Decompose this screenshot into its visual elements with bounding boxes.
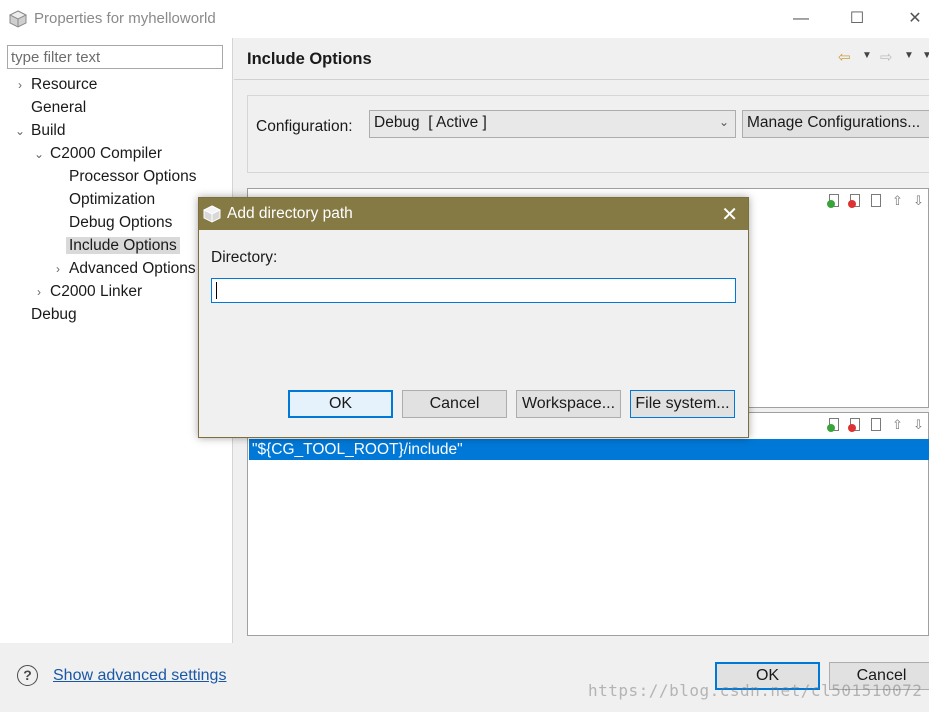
tree-item-c2000-compiler[interactable]: ⌄ C2000 Compiler	[33, 143, 165, 165]
tree-item-label: Advanced Options	[69, 260, 196, 277]
text-cursor	[216, 282, 217, 299]
add-icon[interactable]	[827, 417, 842, 433]
edit-icon[interactable]	[869, 193, 884, 209]
move-down-icon[interactable]: ⇩	[911, 193, 926, 209]
tree-item-optimization[interactable]: Optimization	[66, 189, 158, 211]
dialog-title: Add directory path	[227, 205, 353, 222]
ok-button[interactable]: OK	[288, 390, 393, 418]
include-paths-toolbar: ⇧ ⇩	[827, 193, 926, 211]
tree-item-label: Optimization	[69, 191, 156, 208]
tree-item-label: General	[31, 99, 87, 116]
chevron-right-icon[interactable]: ›	[14, 74, 26, 96]
configuration-label: Configuration:	[256, 118, 353, 135]
chevron-down-icon[interactable]: ⌄	[14, 120, 26, 142]
footer-bar: ? Show advanced settings OK Cancel https…	[0, 643, 929, 712]
edit-icon[interactable]	[869, 417, 884, 433]
list-item[interactable]: "${CG_TOOL_ROOT}/include"	[249, 439, 929, 460]
configuration-select[interactable]: Debug [ Active ] ⌄	[369, 110, 736, 138]
help-icon[interactable]: ?	[17, 665, 38, 686]
filter-input[interactable]	[7, 45, 223, 69]
delete-icon[interactable]	[848, 417, 863, 433]
chevron-down-icon: ⌄	[718, 115, 729, 129]
move-up-icon[interactable]: ⇧	[890, 417, 905, 433]
chevron-right-icon[interactable]: ›	[52, 258, 64, 280]
chevron-down-icon[interactable]: ⌄	[33, 143, 45, 165]
tree-item-label: Debug Options	[69, 214, 173, 231]
window-titlebar: Properties for myhelloworld — ☐ ✕	[0, 0, 929, 38]
directory-input[interactable]	[211, 278, 736, 303]
maximize-icon[interactable]: ☐	[846, 8, 868, 30]
forward-menu-chevron-icon[interactable]: ▼	[904, 50, 914, 61]
dialog-titlebar: Add directory path ✕	[199, 198, 748, 230]
tree-item-processor-options[interactable]: Processor Options	[66, 166, 200, 188]
tree-item-advanced-options[interactable]: › Advanced Options	[52, 258, 199, 280]
tree-item-resource[interactable]: › Resource	[14, 74, 100, 96]
app-cube-icon	[9, 10, 27, 28]
configuration-value: Debug [ Active ]	[374, 114, 487, 131]
workspace-button[interactable]: Workspace...	[516, 390, 621, 418]
window-title: Properties for myhelloworld	[34, 10, 216, 27]
tree-item-c2000-linker[interactable]: › C2000 Linker	[33, 281, 145, 303]
delete-icon[interactable]	[848, 193, 863, 209]
tree-item-label: C2000 Linker	[50, 283, 143, 300]
watermark-text: https://blog.csdn.net/cl501510072	[588, 681, 923, 700]
tree-item-label: Include Options	[66, 237, 180, 254]
back-arrow-icon[interactable]: ⇦	[838, 48, 851, 66]
view-menu-chevron-icon[interactable]: ▼	[922, 50, 929, 61]
chevron-right-icon[interactable]: ›	[33, 281, 45, 303]
tree-item-label: Build	[31, 122, 66, 139]
manage-configurations-button[interactable]: Manage Configurations...	[742, 110, 929, 138]
page-header: Include Options ⇦ ▼ ⇨ ▼ ▼	[234, 38, 929, 80]
page-title: Include Options	[247, 50, 372, 68]
tree-item-general[interactable]: General	[28, 97, 89, 119]
tree-item-build[interactable]: ⌄ Build	[14, 120, 68, 142]
tree-item-debug-options[interactable]: Debug Options	[66, 212, 175, 234]
move-up-icon[interactable]: ⇧	[890, 193, 905, 209]
directory-label: Directory:	[211, 249, 278, 266]
configuration-group: Configuration: Debug [ Active ] ⌄ Manage…	[247, 95, 929, 173]
forward-arrow-icon[interactable]: ⇨	[880, 48, 893, 66]
tree-item-label: C2000 Compiler	[50, 145, 162, 162]
tree-item-include-options[interactable]: Include Options	[66, 235, 180, 257]
app-cube-icon	[203, 205, 221, 223]
tree-item-label: Debug	[31, 306, 77, 323]
add-directory-dialog: Add directory path ✕ Directory: OK Cance…	[198, 197, 749, 438]
close-icon[interactable]: ✕	[904, 8, 926, 30]
back-menu-chevron-icon[interactable]: ▼	[862, 50, 872, 61]
tree-item-label: Processor Options	[69, 168, 197, 185]
minimize-icon[interactable]: —	[790, 8, 812, 30]
search-paths-list[interactable]: ⇧ ⇩ "${CG_TOOL_ROOT}/include"	[247, 412, 929, 636]
tree-item-label: Resource	[31, 76, 98, 93]
move-down-icon[interactable]: ⇩	[911, 417, 926, 433]
file-system-button[interactable]: File system...	[630, 390, 735, 418]
cancel-button[interactable]: Cancel	[402, 390, 507, 418]
search-paths-toolbar: ⇧ ⇩	[827, 417, 926, 435]
show-advanced-settings-link[interactable]: Show advanced settings	[53, 667, 226, 685]
close-icon[interactable]: ✕	[721, 202, 738, 227]
add-icon[interactable]	[827, 193, 842, 209]
tree-item-debug[interactable]: Debug	[28, 304, 80, 326]
